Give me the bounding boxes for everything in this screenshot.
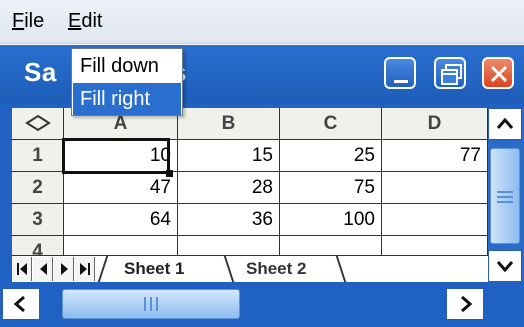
cell-d1[interactable]: 77 (382, 140, 488, 172)
cell-a4[interactable] (64, 236, 178, 255)
edit-label-rest: dit (81, 10, 103, 32)
cell-a3[interactable]: 64 (64, 204, 178, 236)
minimize-button[interactable] (384, 57, 416, 89)
close-button[interactable] (482, 57, 514, 89)
last-sheet-icon (80, 263, 90, 275)
cell-b1[interactable]: 15 (178, 140, 280, 172)
cell-d3[interactable] (382, 204, 488, 236)
menu-bar: File Edit (0, 0, 524, 44)
fill-handle[interactable] (166, 170, 173, 177)
vertical-scroll-thumb[interactable] (490, 148, 520, 244)
grip-lines-icon (497, 191, 513, 203)
cell-d2[interactable] (382, 172, 488, 204)
column-header-d[interactable]: D (382, 108, 488, 140)
cell-b2[interactable]: 28 (178, 172, 280, 204)
tab-divider (223, 256, 235, 282)
minimize-icon (394, 80, 408, 83)
sheet-grid: A B C D 1 10 15 25 77 2 47 28 75 3 64 36… (12, 108, 488, 255)
grip-bars-icon (144, 297, 158, 311)
column-header-c[interactable]: C (280, 108, 382, 140)
window-title-start: Sa (24, 57, 57, 87)
select-all-diamond-icon (25, 114, 51, 132)
edit-mnemonic: E (68, 10, 82, 32)
column-header-b[interactable]: B (178, 108, 280, 140)
horizontal-scrollbar[interactable] (0, 282, 524, 327)
cell-c2[interactable]: 75 (280, 172, 382, 204)
cell-d4[interactable] (382, 236, 488, 255)
cell-b4[interactable] (178, 236, 280, 255)
prev-sheet-icon (40, 263, 47, 275)
file-mnemonic: F (12, 10, 25, 32)
close-icon (490, 65, 508, 83)
first-sheet-button[interactable] (12, 257, 32, 281)
prev-sheet-button[interactable] (33, 257, 53, 281)
scroll-left-button[interactable] (2, 288, 40, 320)
cell-b3[interactable]: 36 (178, 204, 280, 236)
menu-item-fill-right[interactable]: Fill right (73, 83, 181, 115)
tab-divider (97, 256, 109, 282)
horizontal-scroll-thumb[interactable] (62, 289, 240, 319)
tab-sheet-2[interactable]: Sheet 2 (246, 259, 306, 279)
first-sheet-icon (17, 263, 27, 275)
tab-divider (335, 256, 347, 282)
tab-sheet-1[interactable]: Sheet 1 (124, 259, 184, 279)
next-sheet-icon (61, 263, 68, 275)
row-header-4[interactable]: 4 (12, 236, 64, 255)
cell-c3[interactable]: 100 (280, 204, 382, 236)
scroll-down-button[interactable] (488, 250, 522, 282)
row-header-3[interactable]: 3 (12, 204, 64, 236)
last-sheet-button[interactable] (75, 257, 95, 281)
scroll-right-button[interactable] (446, 288, 484, 320)
sheet-tabs-bar: Sheet 1 Sheet 2 (12, 255, 488, 282)
scroll-up-button[interactable] (488, 108, 522, 140)
restore-button[interactable] (434, 57, 466, 89)
row-header-2[interactable]: 2 (12, 172, 64, 204)
menu-edit[interactable]: Edit (68, 9, 102, 33)
selected-cell-outline (62, 138, 170, 174)
cell-a2[interactable]: 47 (64, 172, 178, 204)
menu-item-fill-down[interactable]: Fill down (73, 50, 181, 82)
row-header-1[interactable]: 1 (12, 140, 64, 172)
chevron-up-icon (496, 117, 514, 129)
cell-c4[interactable] (280, 236, 382, 255)
edit-menu-dropdown: Fill down Fill right (71, 48, 183, 116)
menu-file[interactable]: File (12, 9, 44, 33)
cell-c1[interactable]: 25 (280, 140, 382, 172)
select-all-corner[interactable] (12, 108, 64, 140)
vertical-scrollbar[interactable] (488, 108, 524, 282)
chevron-down-icon (496, 261, 514, 273)
next-sheet-button[interactable] (54, 257, 74, 281)
chevron-right-icon (461, 295, 473, 313)
chevron-left-icon (13, 295, 25, 313)
restore-icon (441, 64, 462, 85)
file-label-rest: ile (24, 10, 45, 32)
